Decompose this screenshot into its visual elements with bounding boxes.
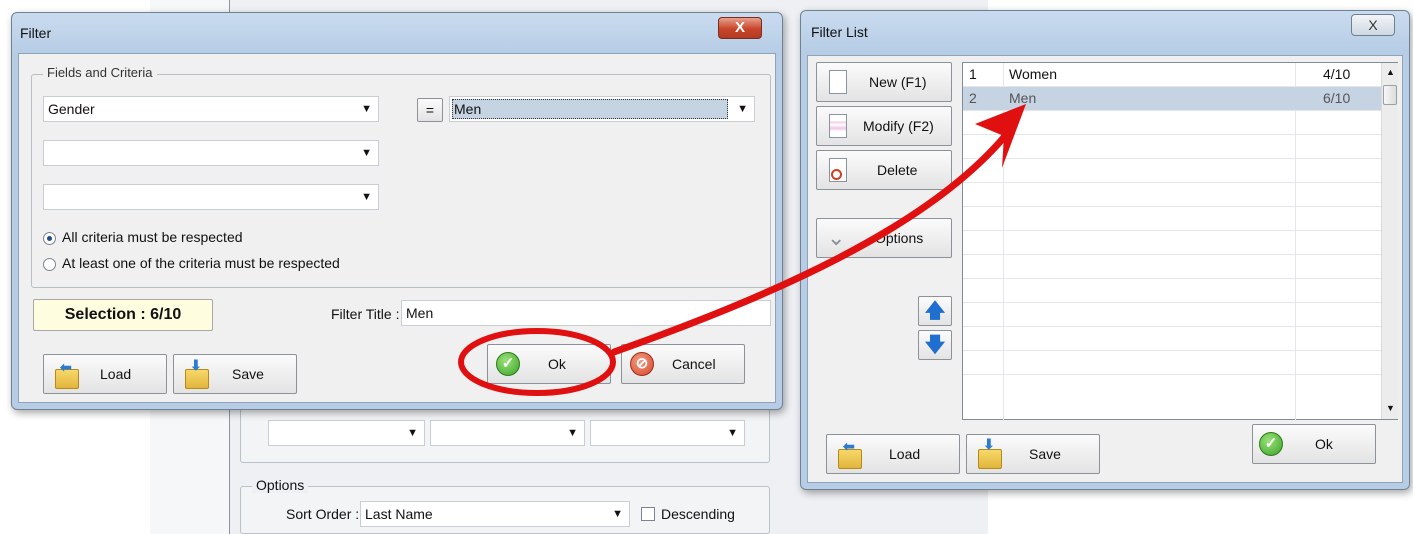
annotation-overlay [458,104,1026,396]
ok-highlight-ellipse [458,328,616,396]
annotation-arrow-line [610,126,1014,356]
